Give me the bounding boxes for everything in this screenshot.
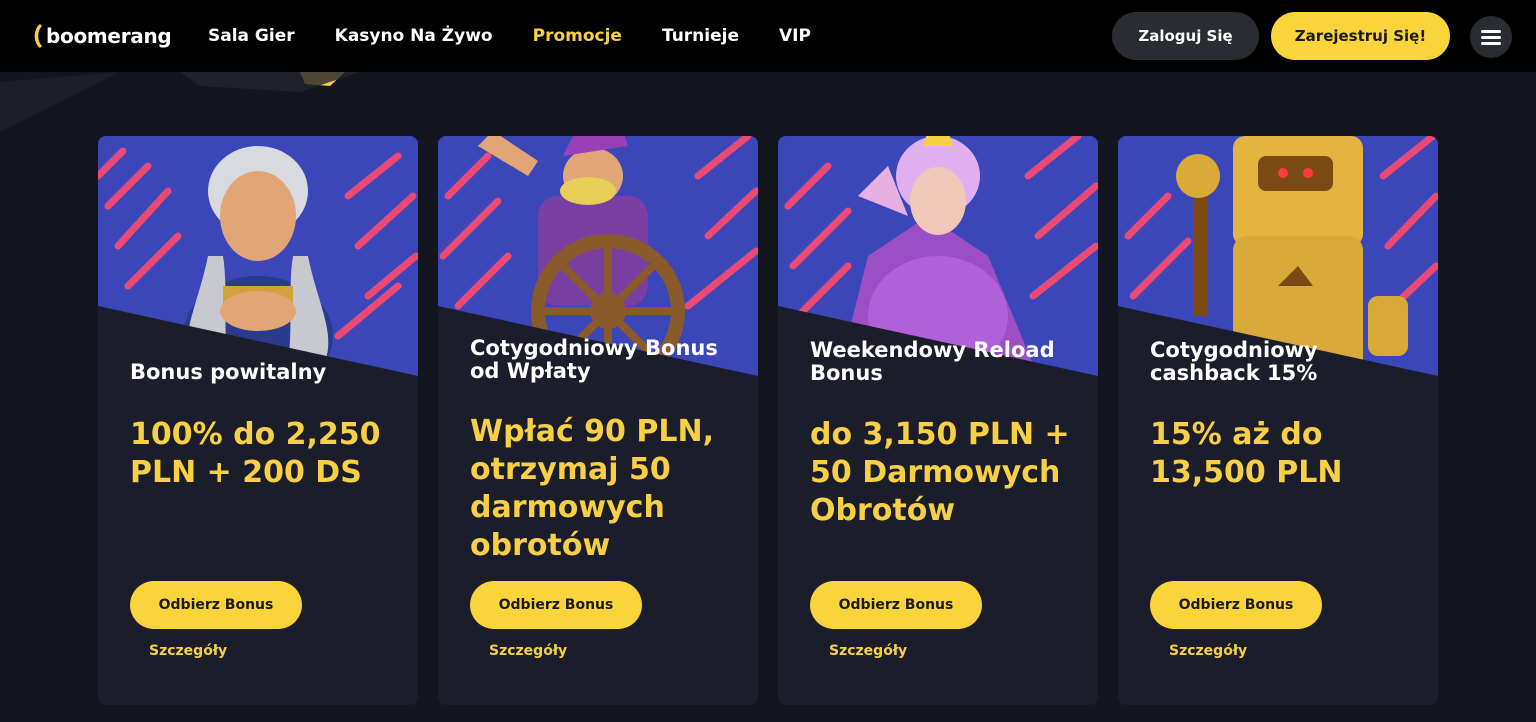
nav-item-sala-gier[interactable]: Sala Gier (208, 26, 295, 46)
boomerang-logo[interactable]: boomerang (30, 22, 172, 50)
logo-text: boomerang (46, 24, 172, 48)
card-title: Weekendowy Reload Bonus (810, 338, 1055, 385)
menu-button[interactable] (1470, 16, 1512, 58)
card-offer: 15% aż do 13,500 PLN (1150, 417, 1343, 490)
promo-card-weekly-deposit-bonus: Cotygodniowy Bonus od Wpłaty Wpłać 90 PL… (438, 136, 758, 705)
nav-item-vip[interactable]: VIP (779, 26, 811, 46)
promo-card-weekend-reload-bonus: Weekendowy Reload Bonus do 3,150 PLN + 5… (778, 136, 1098, 705)
top-header: boomerang Sala Gier Kasyno Na Żywo Promo… (0, 0, 1536, 72)
login-button[interactable]: Zaloguj Się (1112, 12, 1259, 60)
card-diagonal-overlay (98, 306, 418, 416)
claim-bonus-button[interactable]: Odbierz Bonus (1150, 581, 1322, 629)
card-title: Cotygodniowy cashback 15% (1150, 338, 1318, 385)
details-link[interactable]: Szczegóły (149, 643, 227, 659)
register-button[interactable]: Zarejestruj Się! (1271, 12, 1450, 60)
card-title: Bonus powitalny (130, 360, 327, 384)
card-offer: 100% do 2,250 PLN + 200 DS (130, 417, 381, 490)
details-link[interactable]: Szczegóły (1169, 643, 1247, 659)
details-link[interactable]: Szczegóły (829, 643, 907, 659)
promo-card-weekly-cashback: Cotygodniowy cashback 15% 15% aż do 13,5… (1118, 136, 1438, 705)
claim-bonus-button[interactable]: Odbierz Bonus (810, 581, 982, 629)
nav-item-turnieje[interactable]: Turnieje (662, 26, 739, 46)
hamburger-icon (1481, 27, 1501, 48)
nav-item-promocje[interactable]: Promocje (533, 26, 622, 46)
claim-bonus-button[interactable]: Odbierz Bonus (470, 581, 642, 629)
details-link[interactable]: Szczegóły (489, 643, 567, 659)
promo-card-welcome-bonus: Bonus powitalny 100% do 2,250 PLN + 200 … (98, 136, 418, 705)
card-offer: Wpłać 90 PLN, otrzymaj 50 darmowych obro… (470, 414, 714, 563)
boomerang-logo-icon (34, 24, 42, 48)
card-title: Cotygodniowy Bonus od Wpłaty (470, 336, 718, 383)
nav-item-kasyno-na-zywo[interactable]: Kasyno Na Żywo (335, 26, 493, 46)
main-nav: Sala Gier Kasyno Na Żywo Promocje Turnie… (208, 0, 851, 72)
claim-bonus-button[interactable]: Odbierz Bonus (130, 581, 302, 629)
card-offer: do 3,150 PLN + 50 Darmowych Obrotów (810, 417, 1070, 528)
